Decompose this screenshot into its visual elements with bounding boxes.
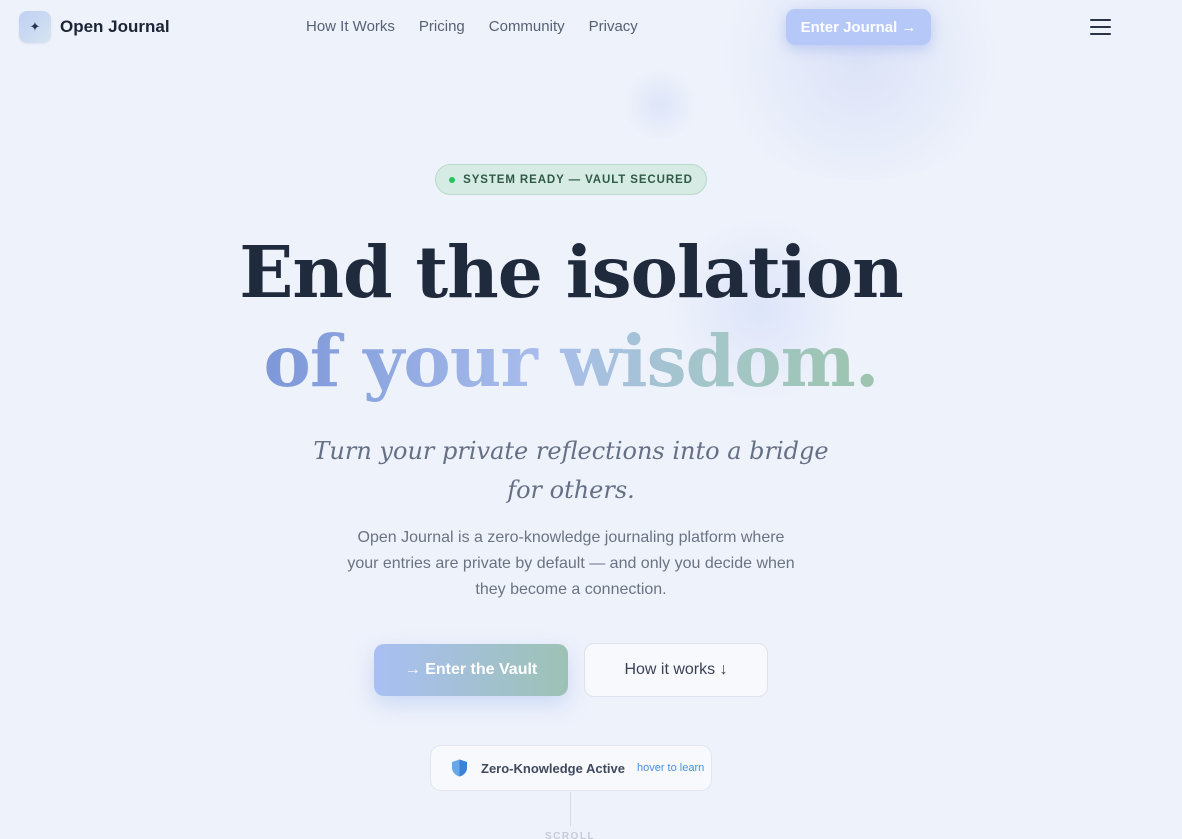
enter-journal-button[interactable]: Enter Journal → bbox=[786, 9, 931, 45]
nav-link-community[interactable]: Community bbox=[489, 18, 565, 35]
status-badge-text: SYSTEM READY — VAULT SECURED bbox=[463, 173, 693, 186]
status-dot bbox=[449, 176, 456, 183]
hero-tagline: Turn your private reflections into a bri… bbox=[313, 437, 829, 504]
brand-name: Open Journal bbox=[60, 17, 170, 36]
zero-knowledge-indicator[interactable]: Zero-Knowledge Active hover to learn bbox=[430, 745, 712, 791]
how-it-works-button[interactable]: How it works ↓ bbox=[584, 643, 768, 697]
zero-knowledge-label: Zero-Knowledge Active bbox=[481, 760, 625, 776]
status-badge: SYSTEM READY — VAULT SECURED bbox=[435, 164, 707, 195]
hover-hint: hover to learn bbox=[636, 762, 705, 774]
top-navigation: ✦ Open Journal How It Works Pricing Comm… bbox=[0, 0, 1182, 54]
brand-logo[interactable]: ✦ Open Journal bbox=[19, 11, 170, 43]
headline-line-1: End the isolation bbox=[239, 230, 903, 314]
nav-link-pricing[interactable]: Pricing bbox=[419, 18, 465, 35]
nav-link-privacy[interactable]: Privacy bbox=[589, 18, 638, 35]
scroll-indicator-line bbox=[570, 792, 571, 826]
headline-line-2: of your wisdom. bbox=[0, 317, 1142, 405]
nav-links: How It Works Pricing Community Privacy bbox=[306, 18, 638, 35]
sparkle-icon: ✦ bbox=[19, 11, 51, 43]
background-glow bbox=[620, 70, 700, 140]
scroll-label: SCROLL bbox=[544, 831, 596, 839]
nav-link-how-it-works[interactable]: How It Works bbox=[306, 18, 395, 35]
shield-icon bbox=[452, 759, 467, 777]
hamburger-menu-icon[interactable] bbox=[1090, 19, 1111, 35]
headline-gradient-text: of your wisdom. bbox=[263, 319, 880, 403]
hero-description: Open Journal is a zero-knowledge journal… bbox=[347, 529, 795, 598]
enter-vault-button[interactable]: → Enter the Vault bbox=[374, 644, 568, 696]
